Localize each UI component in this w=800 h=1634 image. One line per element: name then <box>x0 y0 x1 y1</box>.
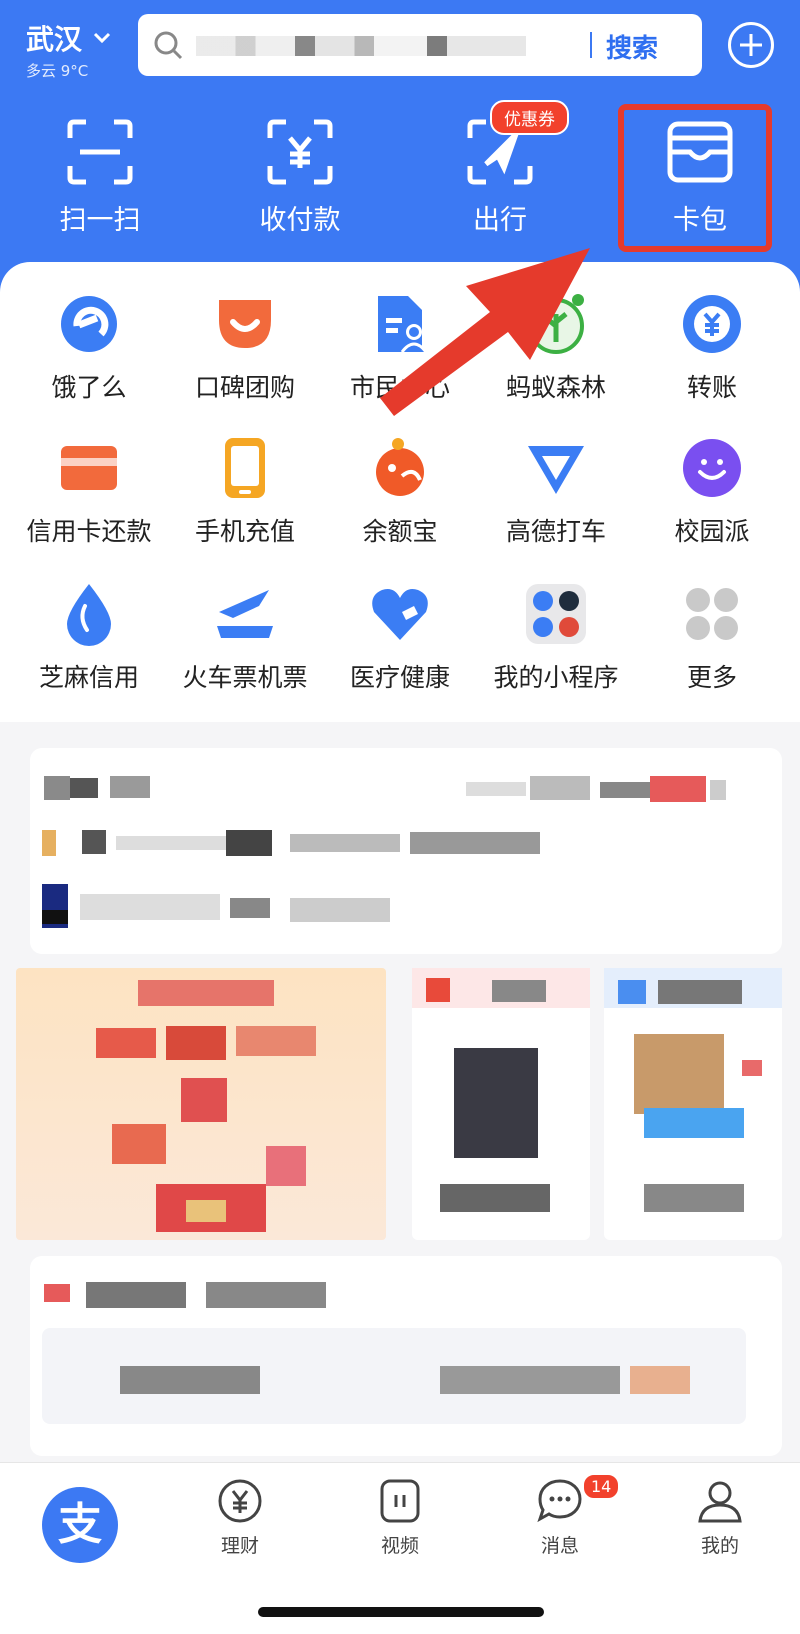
train-plane-icon <box>217 590 273 638</box>
city-selector[interactable]: 武汉 多云 9°C <box>26 18 111 81</box>
search-button[interactable]: 搜索 <box>606 28 658 65</box>
app-yuebao[interactable]: 余额宝 <box>320 436 480 548</box>
app-label: 高德打车 <box>505 517 606 546</box>
sesame-credit-icon <box>67 584 111 646</box>
app-more[interactable]: 更多 <box>632 582 792 694</box>
nav-label: 理财 <box>220 1535 259 1557</box>
app-label: 手机充值 <box>194 517 295 546</box>
search-placeholder-blurred <box>196 36 526 56</box>
finance-icon <box>218 1479 262 1523</box>
app-label: 我的小程序 <box>493 663 619 692</box>
weather-text: 多云 9°C <box>26 62 89 80</box>
app-eleme[interactable]: 饿了么 <box>9 292 169 404</box>
video-icon <box>380 1479 420 1523</box>
nav-label: 视频 <box>380 1535 419 1557</box>
alipay-home-icon[interactable]: 支 <box>42 1487 118 1563</box>
quick-action-scan[interactable]: 扫一扫 <box>0 110 200 250</box>
app-label: 口碑团购 <box>194 373 295 402</box>
app-koubei[interactable]: 口碑团购 <box>165 292 325 404</box>
app-label: 火车票机票 <box>182 663 308 692</box>
coupon-badge: 优惠券 <box>490 100 569 135</box>
app-label: 饿了么 <box>51 373 127 402</box>
profile-icon <box>698 1481 742 1523</box>
payment-code-icon <box>200 118 400 190</box>
credit-card-icon <box>61 446 117 490</box>
yuebao-icon <box>376 438 424 496</box>
scan-icon <box>0 118 200 190</box>
app-label: 医疗健康 <box>349 663 450 692</box>
message-icon <box>537 1479 582 1523</box>
highlight-box <box>618 104 772 252</box>
nav-label: 消息 <box>540 1535 579 1557</box>
add-plus-icon[interactable] <box>728 22 774 68</box>
app-transfer[interactable]: 转账 <box>632 292 792 404</box>
quick-action-label: 收付款 <box>259 205 341 236</box>
app-amap-taxi[interactable]: 高德打车 <box>476 436 636 548</box>
transfer-icon <box>683 295 741 353</box>
promo-product-card-blurred[interactable] <box>412 968 590 1240</box>
home-indicator <box>258 1607 544 1617</box>
nav-video[interactable]: 视频 <box>340 1477 460 1558</box>
eleme-icon <box>61 296 117 352</box>
app-label: 更多 <box>686 663 737 692</box>
app-train-plane[interactable]: 火车票机票 <box>165 582 325 694</box>
notification-card-blurred[interactable] <box>30 748 782 954</box>
message-badge: 14 <box>582 1473 621 1500</box>
app-phone-recharge[interactable]: 手机充值 <box>165 436 325 548</box>
phone-recharge-icon <box>225 438 265 498</box>
app-sesame-credit[interactable]: 芝麻信用 <box>9 582 169 694</box>
search-bar[interactable]: 搜索 <box>138 14 702 76</box>
app-campus[interactable]: 校园派 <box>632 436 792 548</box>
health-icon <box>372 589 428 640</box>
red-arrow-annotation <box>380 248 590 416</box>
city-name: 武汉 <box>26 23 83 56</box>
app-label: 信用卡还款 <box>26 517 152 546</box>
quick-action-label: 扫一扫 <box>59 205 141 236</box>
campus-icon <box>683 439 741 497</box>
search-divider <box>590 32 592 58</box>
mini-program-icon <box>526 584 586 644</box>
quick-action-label: 出行 <box>473 205 527 236</box>
nav-finance[interactable]: 理财 <box>180 1477 300 1558</box>
app-label: 芝麻信用 <box>38 663 139 692</box>
app-credit-card[interactable]: 信用卡还款 <box>9 436 169 548</box>
amap-taxi-icon <box>528 446 584 494</box>
content-card-blurred[interactable] <box>30 1256 782 1456</box>
app-health[interactable]: 医疗健康 <box>320 582 480 694</box>
app-label: 余额宝 <box>362 517 438 546</box>
promo-pet-card-blurred[interactable] <box>604 968 782 1240</box>
promo-banner-blurred[interactable] <box>16 968 386 1240</box>
koubei-icon <box>219 300 271 348</box>
nav-profile[interactable]: 我的 <box>660 1477 780 1558</box>
app-mini-program[interactable]: 我的小程序 <box>476 582 636 694</box>
app-label: 转账 <box>686 373 737 402</box>
quick-action-pay[interactable]: 收付款 <box>200 110 400 250</box>
app-label: 校园派 <box>674 517 750 546</box>
nav-label: 我的 <box>700 1535 739 1557</box>
more-icon <box>686 588 738 640</box>
chevron-down-icon <box>93 29 111 48</box>
search-icon <box>152 29 184 65</box>
